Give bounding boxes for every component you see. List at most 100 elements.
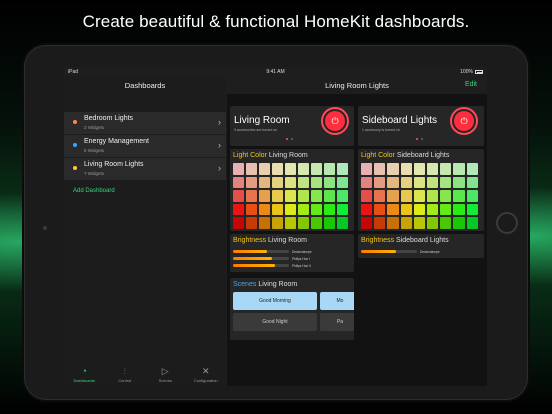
color-swatch[interactable] xyxy=(453,217,465,229)
color-swatch[interactable] xyxy=(413,203,425,215)
dashboard-item-bedroom-lights[interactable]: Bedroom Lights 2 Widgets › xyxy=(64,112,226,135)
color-swatch[interactable] xyxy=(400,203,412,215)
color-swatch[interactable] xyxy=(311,190,322,202)
color-swatch[interactable] xyxy=(426,190,439,202)
color-swatch[interactable] xyxy=(387,163,399,175)
color-swatch[interactable] xyxy=(272,217,283,229)
color-swatch[interactable] xyxy=(311,176,322,188)
color-swatch[interactable] xyxy=(361,176,373,188)
color-swatch[interactable] xyxy=(324,217,335,229)
color-swatch[interactable] xyxy=(426,217,439,229)
tab-configuration[interactable]: ✕ Configuration xyxy=(186,365,227,386)
color-swatch[interactable] xyxy=(453,190,465,202)
home-button[interactable] xyxy=(496,212,518,234)
color-swatch[interactable] xyxy=(259,176,270,188)
color-swatch[interactable] xyxy=(311,217,322,229)
color-swatch[interactable] xyxy=(285,163,296,175)
color-swatch[interactable] xyxy=(413,176,425,188)
color-swatch[interactable] xyxy=(387,190,399,202)
color-swatch[interactable] xyxy=(400,190,412,202)
room-card-living-room[interactable]: Living Room 3 accessories are turned on … xyxy=(230,106,354,146)
color-swatch[interactable] xyxy=(298,163,309,175)
color-swatch[interactable] xyxy=(466,190,478,202)
color-swatch[interactable] xyxy=(453,176,465,188)
color-swatch[interactable] xyxy=(246,203,257,215)
color-swatch[interactable] xyxy=(440,190,452,202)
color-swatch[interactable] xyxy=(387,203,399,215)
color-swatch[interactable] xyxy=(426,163,439,175)
color-swatch[interactable] xyxy=(285,217,296,229)
color-swatch[interactable] xyxy=(400,217,412,229)
color-swatch[interactable] xyxy=(466,163,478,175)
color-swatch[interactable] xyxy=(233,163,244,175)
color-swatch[interactable] xyxy=(324,163,335,175)
tab-scenes[interactable]: ▷ Scenes xyxy=(145,365,186,386)
color-swatch[interactable] xyxy=(233,217,244,229)
color-swatch[interactable] xyxy=(361,190,373,202)
room-card-sideboard-lights[interactable]: Sideboard Lights 1 accessory is turned o… xyxy=(358,106,484,146)
color-swatch[interactable] xyxy=(311,163,322,175)
color-swatch[interactable] xyxy=(413,217,425,229)
color-swatch[interactable] xyxy=(324,176,335,188)
scene-button[interactable]: Pa xyxy=(320,313,354,331)
color-swatch[interactable] xyxy=(361,217,373,229)
color-swatch[interactable] xyxy=(374,190,386,202)
scene-good-morning-button[interactable]: Good Morning xyxy=(233,292,317,310)
color-swatch[interactable] xyxy=(374,176,386,188)
brightness-slider[interactable] xyxy=(233,250,289,253)
color-swatch[interactable] xyxy=(298,176,309,188)
color-swatch[interactable] xyxy=(259,190,270,202)
color-swatch[interactable] xyxy=(361,203,373,215)
color-swatch[interactable] xyxy=(361,163,373,175)
color-swatch[interactable] xyxy=(233,176,244,188)
color-swatch[interactable] xyxy=(374,163,386,175)
color-swatch[interactable] xyxy=(285,203,296,215)
color-swatch[interactable] xyxy=(311,203,322,215)
tab-control[interactable]: ⫶ Control xyxy=(105,365,146,386)
color-swatch[interactable] xyxy=(246,163,257,175)
color-swatch[interactable] xyxy=(440,163,452,175)
color-swatch[interactable] xyxy=(246,217,257,229)
add-dashboard-button[interactable]: Add Dashboard xyxy=(73,188,115,194)
color-swatch[interactable] xyxy=(259,217,270,229)
edit-button[interactable]: Edit xyxy=(465,81,477,88)
brightness-slider[interactable] xyxy=(233,264,289,267)
color-swatch[interactable] xyxy=(298,217,309,229)
color-swatch[interactable] xyxy=(387,176,399,188)
brightness-slider[interactable] xyxy=(233,257,289,260)
color-swatch[interactable] xyxy=(337,176,348,188)
color-swatch[interactable] xyxy=(246,176,257,188)
color-swatch[interactable] xyxy=(400,163,412,175)
color-swatch[interactable] xyxy=(272,176,283,188)
color-swatch[interactable] xyxy=(440,217,452,229)
color-swatch[interactable] xyxy=(272,203,283,215)
color-swatch[interactable] xyxy=(337,163,348,175)
color-swatch[interactable] xyxy=(440,203,452,215)
color-swatch[interactable] xyxy=(374,217,386,229)
color-swatch[interactable] xyxy=(466,176,478,188)
color-swatch[interactable] xyxy=(298,203,309,215)
color-swatch[interactable] xyxy=(298,190,309,202)
color-swatch[interactable] xyxy=(272,163,283,175)
color-swatch[interactable] xyxy=(426,203,439,215)
color-swatch[interactable] xyxy=(246,190,257,202)
color-swatch[interactable] xyxy=(337,190,348,202)
color-swatch[interactable] xyxy=(426,176,439,188)
color-swatch[interactable] xyxy=(400,176,412,188)
dashboard-item-living-room-lights[interactable]: Living Room Lights 7 Widgets › xyxy=(64,158,226,181)
color-swatch-grid[interactable] xyxy=(361,163,478,229)
color-swatch[interactable] xyxy=(413,163,425,175)
color-swatch[interactable] xyxy=(374,203,386,215)
color-swatch[interactable] xyxy=(259,163,270,175)
brightness-slider[interactable] xyxy=(361,250,417,253)
color-swatch[interactable] xyxy=(272,190,283,202)
color-swatch[interactable] xyxy=(324,203,335,215)
color-swatch[interactable] xyxy=(453,163,465,175)
color-swatch[interactable] xyxy=(233,203,244,215)
color-swatch[interactable] xyxy=(466,217,478,229)
color-swatch[interactable] xyxy=(413,190,425,202)
color-swatch[interactable] xyxy=(337,203,348,215)
color-swatch[interactable] xyxy=(466,203,478,215)
color-swatch[interactable] xyxy=(259,203,270,215)
tab-dashboards[interactable]: ◔ Dashboards xyxy=(64,365,105,386)
